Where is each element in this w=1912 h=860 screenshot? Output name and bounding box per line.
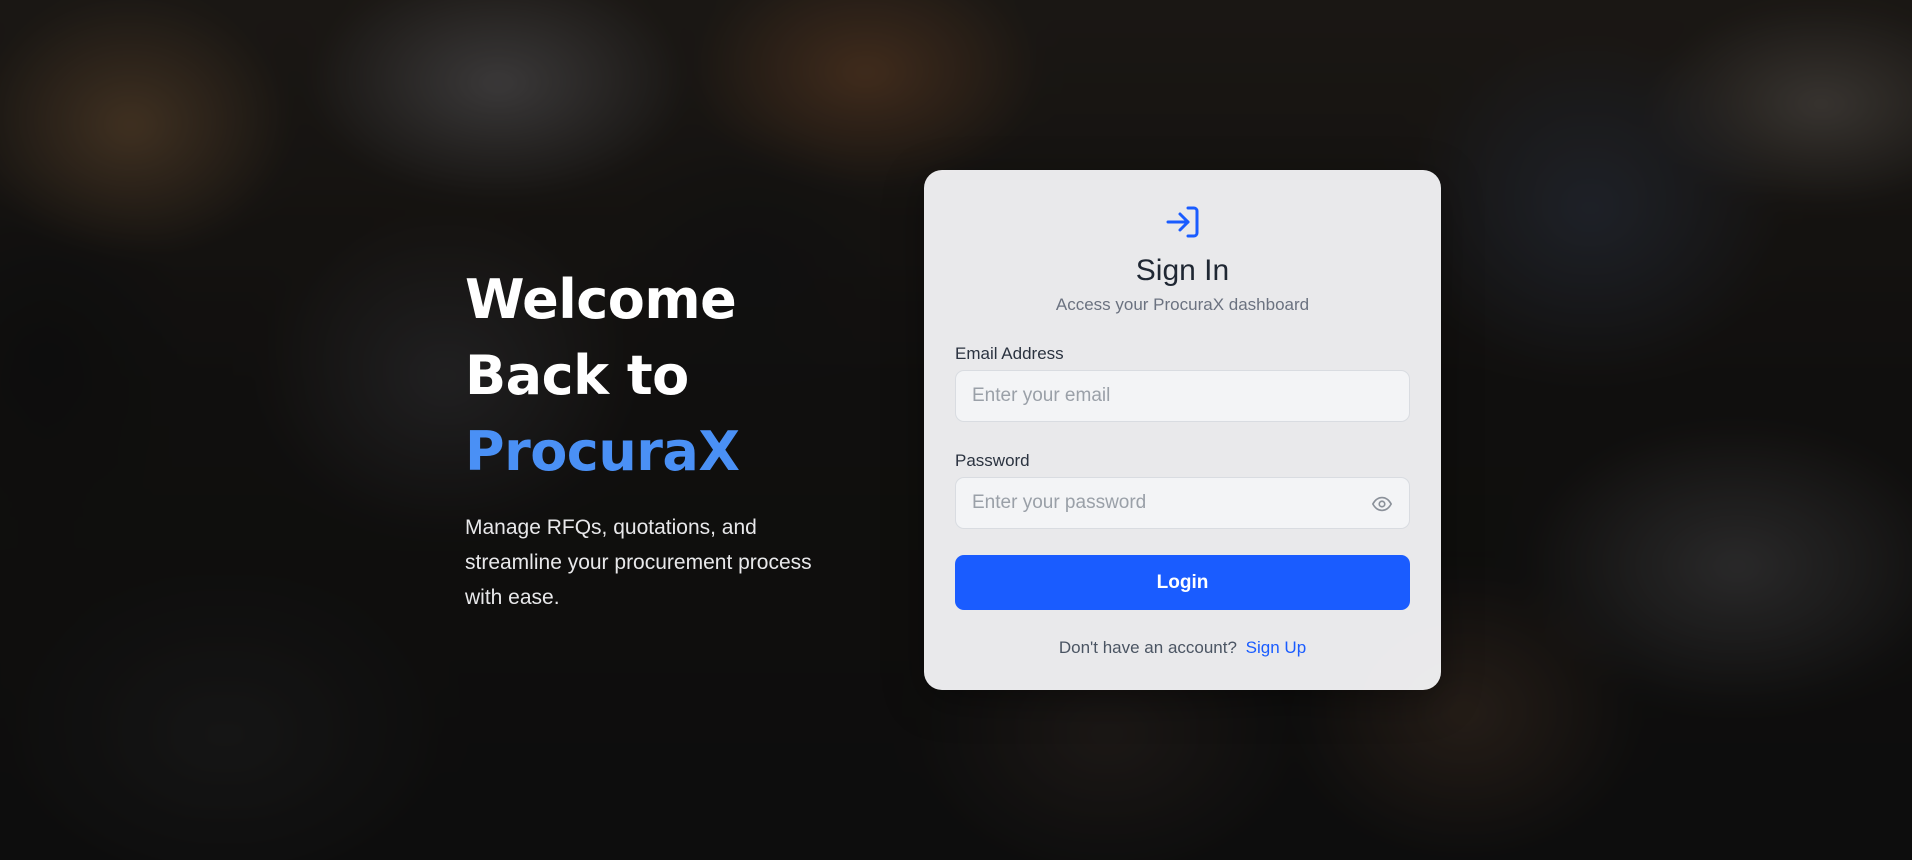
email-field[interactable]: Enter your email [955, 370, 1410, 422]
hero-title-line2: Back to [465, 344, 689, 407]
signup-row: Don't have an account? Sign Up [924, 638, 1441, 658]
hero-brand-name: ProcuraX [465, 420, 740, 483]
password-placeholder: Enter your password [972, 492, 1147, 513]
email-label: Email Address [955, 344, 1064, 363]
sign-in-card: Sign In Access your ProcuraX dashboard E… [924, 170, 1441, 690]
card-subtitle: Access your ProcuraX dashboard [1055, 295, 1310, 314]
hero-title-line1: Welcome [465, 268, 737, 331]
hero-title: Welcome Back to ProcuraX [465, 262, 865, 490]
signup-link[interactable]: Sign Up [1246, 638, 1306, 657]
sign-in-arrow-icon [1166, 206, 1199, 238]
hero-subtitle: Manage RFQs, quotations, and streamline … [465, 516, 812, 609]
password-field[interactable]: Enter your password [955, 477, 1410, 529]
card-title: Sign In [1135, 254, 1230, 287]
password-label: Password [955, 451, 1030, 470]
login-button[interactable]: Login [955, 555, 1410, 610]
eye-icon[interactable] [1371, 494, 1393, 514]
login-page: Welcome Back to ProcuraX Manage RFQs, qu… [0, 0, 1912, 860]
signup-prompt: Don't have an account? [1058, 638, 1237, 657]
hero-section: Welcome Back to ProcuraX Manage RFQs, qu… [465, 262, 865, 615]
email-placeholder: Enter your email [972, 385, 1111, 406]
